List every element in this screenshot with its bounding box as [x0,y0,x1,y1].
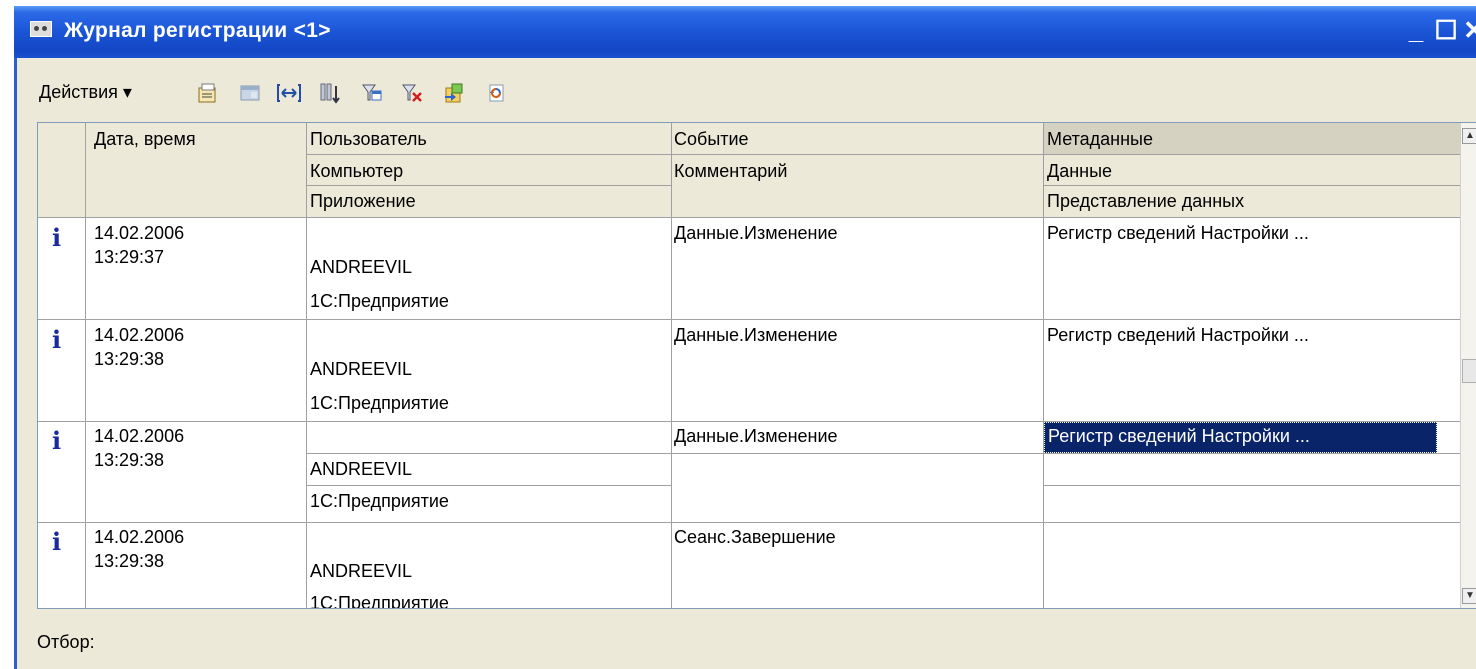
row-computer[interactable]: ANDREEVIL [310,561,412,582]
properties-icon[interactable] [197,82,219,104]
row-date[interactable]: 14.02.2006 [94,223,184,244]
row-subdivider [1043,485,1460,486]
header-divider [306,185,671,186]
header-divider [1043,185,1460,186]
scroll-up-icon[interactable]: ▲ [1462,128,1476,144]
table-icon[interactable] [239,82,261,104]
actions-menu[interactable]: Действия ▾ [39,82,132,103]
info-icon: i [52,325,62,354]
row-subdivider [1043,453,1460,454]
row-application[interactable]: 1С:Предприятие [310,593,449,608]
header-computer[interactable]: Компьютер [310,161,403,182]
sort-icon[interactable] [319,82,341,104]
event-log-table: Дата, время Пользователь Компьютер Прило… [37,122,1476,609]
row-divider [38,522,1460,523]
header-date-time[interactable]: Дата, время [94,129,196,150]
scroll-down-icon[interactable]: ▼ [1462,588,1476,604]
filter-icon[interactable] [361,82,383,104]
row-event[interactable]: Данные.Изменение [674,426,838,447]
header-data[interactable]: Данные [1047,161,1112,182]
row-date[interactable]: 14.02.2006 [94,527,184,548]
close-button[interactable]: ✕ [1460,16,1476,44]
fit-columns-icon[interactable] [277,82,301,104]
vertical-scrollbar[interactable]: ▲ ▼ [1460,123,1476,608]
row-time[interactable]: 13:29:38 [94,551,164,572]
row-metadata[interactable]: Регистр сведений Настройки ... [1047,223,1309,244]
window-title: Журнал регистрации <1> [64,19,331,42]
header-event[interactable]: Событие [674,129,749,150]
toolbar: Действия ▾ [17,76,817,110]
header-metadata[interactable]: Метаданные [1047,129,1153,150]
maximize-button[interactable]: ☐ [1432,16,1460,44]
event-log-window: Журнал регистрации <1> _ ☐ ✕ Действия ▾ [14,6,1476,669]
refresh-icon[interactable] [485,82,507,104]
row-computer[interactable]: ANDREEVIL [310,359,412,380]
row-subdivider [306,453,671,454]
column-divider [306,123,307,608]
goto-icon[interactable] [443,82,465,104]
row-event[interactable]: Данные.Изменение [674,325,838,346]
row-computer[interactable]: ANDREEVIL [310,257,412,278]
row-application[interactable]: 1С:Предприятие [310,393,449,414]
row-date[interactable]: 14.02.2006 [94,426,184,447]
row-application[interactable]: 1С:Предприятие [310,491,449,512]
header-application[interactable]: Приложение [310,191,416,212]
header-comment[interactable]: Комментарий [674,161,787,182]
header-divider [306,154,1460,155]
info-icon: i [52,223,62,252]
header-data-presentation[interactable]: Представление данных [1047,191,1244,212]
row-computer[interactable]: ANDREEVIL [310,459,412,480]
minimize-button[interactable]: _ [1402,16,1430,44]
row-date[interactable]: 14.02.2006 [94,325,184,346]
column-divider [671,123,672,608]
row-metadata[interactable]: Регистр сведений Настройки ... [1047,325,1309,346]
row-time[interactable]: 13:29:37 [94,247,164,268]
row-event[interactable]: Сеанс.Завершение [674,527,836,548]
clear-filter-icon[interactable] [401,82,423,104]
info-icon: i [52,527,62,556]
filter-status: Отбор: [37,632,95,652]
row-time[interactable]: 13:29:38 [94,349,164,370]
title-bar[interactable]: Журнал регистрации <1> _ ☐ ✕ [14,6,1476,58]
row-time[interactable]: 13:29:38 [94,450,164,471]
row-application[interactable]: 1С:Предприятие [310,291,449,312]
info-icon: i [52,426,62,455]
header-user[interactable]: Пользователь [310,129,427,150]
header-bottom-line [38,217,1460,218]
row-subdivider [306,485,671,486]
window-app-icon [30,21,52,37]
row-subdivider [671,453,1043,454]
column-divider [1043,123,1044,608]
column-divider [85,123,86,608]
row-metadata-selected[interactable]: Регистр сведений Настройки ... [1044,422,1437,453]
scroll-thumb[interactable] [1462,359,1476,383]
row-divider [38,319,1460,320]
row-event[interactable]: Данные.Изменение [674,223,838,244]
